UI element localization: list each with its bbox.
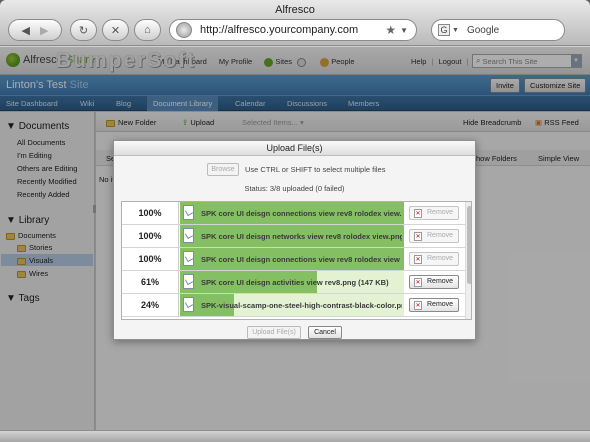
upload-file-row: 61% SPK core UI deisgn activities view re… — [122, 271, 465, 294]
file-icon — [183, 274, 194, 289]
upload-file-row: 100% SPK core UI deisgn connections view … — [122, 202, 465, 225]
upload-file-name: SPK core UI deisgn connections view rev8… — [201, 255, 402, 264]
file-icon — [183, 205, 194, 220]
back-forward-buttons[interactable]: ◀ ▶ — [8, 19, 62, 41]
upload-progress-bar: SPK core UI deisgn connections view rev8… — [180, 202, 404, 224]
reload-icon: ↻ — [78, 24, 89, 37]
upload-file-row: 100% SPK core UI deisgn networks view rev… — [122, 225, 465, 248]
remove-icon: ✕ — [414, 232, 422, 241]
upload-dialog: Upload File(s) Browse Use CTRL or SHIFT … — [113, 140, 476, 340]
remove-icon: ✕ — [414, 301, 422, 310]
upload-progress-bar: SPK-visual-scamp-one-steel-high-contrast… — [180, 294, 404, 316]
browser-search[interactable]: G ▼ Google — [431, 19, 565, 41]
multi-select-hint: Use CTRL or SHIFT to select multiple fil… — [245, 165, 386, 174]
remove-label: Remove — [427, 255, 454, 262]
upload-dialog-title: Upload File(s) — [114, 141, 475, 156]
remove-file-button[interactable]: ✕ Remove — [409, 275, 459, 289]
upload-percent: 100% — [122, 248, 179, 270]
upload-progress-bar: SPK core UI deisgn connections view rev8… — [180, 248, 404, 270]
upload-file-name: SPK-visual-scamp-one-steel-high-contrast… — [201, 301, 402, 310]
file-icon — [183, 251, 194, 266]
upload-file-name: SPK core UI deisgn activities view rev8.… — [201, 278, 389, 287]
chevron-down-icon[interactable]: ▼ — [400, 26, 408, 35]
forward-icon[interactable]: ▶ — [40, 24, 48, 37]
window-title: Alfresco — [275, 4, 315, 16]
back-icon[interactable]: ◀ — [22, 24, 30, 37]
file-icon — [183, 297, 194, 312]
address-bar[interactable]: http://alfresco.yourcompany.com ★ ▼ — [169, 19, 417, 41]
url-text[interactable]: http://alfresco.yourcompany.com — [200, 24, 385, 36]
upload-percent: 24% — [122, 294, 179, 316]
remove-file-button[interactable]: ✕ Remove — [409, 229, 459, 243]
browser-search-input[interactable]: Google — [467, 25, 499, 36]
upload-percent: 61% — [122, 271, 179, 293]
upload-progress-bar: SPK core UI deisgn networks view rev8 ro… — [180, 225, 404, 247]
browse-button[interactable]: Browse — [207, 163, 239, 176]
search-engine-icon[interactable]: G — [438, 24, 450, 36]
remove-label: Remove — [427, 209, 454, 216]
scrollbar-thumb[interactable] — [467, 206, 471, 284]
cancel-button[interactable]: Cancel — [308, 326, 342, 339]
upload-percent: 100% — [122, 225, 179, 247]
upload-file-row: 100% SPK core UI deisgn connections view … — [122, 248, 465, 271]
remove-label: Remove — [427, 232, 454, 239]
remove-icon: ✕ — [414, 209, 422, 218]
remove-file-button[interactable]: ✕ Remove — [409, 206, 459, 220]
upload-files-button[interactable]: Upload File(s) — [247, 326, 301, 339]
upload-status: Status: 3/8 uploaded (0 failed) — [244, 184, 345, 193]
upload-file-row: 24% SPK-visual-scamp-one-steel-high-contr… — [122, 294, 465, 317]
remove-label: Remove — [427, 301, 454, 308]
bookmark-star-icon[interactable]: ★ — [385, 23, 396, 37]
remove-file-button[interactable]: ✕ Remove — [409, 252, 459, 266]
remove-file-button[interactable]: ✕ Remove — [409, 298, 459, 312]
upload-progress-bar: SPK core UI deisgn activities view rev8.… — [180, 271, 404, 293]
upload-percent: 100% — [122, 202, 179, 224]
upload-file-name: SPK core UI deisgn networks view rev8 ro… — [201, 232, 402, 241]
window-bottom-bar — [0, 430, 590, 442]
upload-file-name: SPK core UI deisgn connections view rev8… — [201, 209, 402, 218]
remove-icon: ✕ — [414, 278, 422, 287]
home-icon: ⌂ — [144, 24, 151, 36]
remove-label: Remove — [427, 278, 454, 285]
chevron-down-icon[interactable]: ▼ — [452, 27, 459, 34]
remove-icon: ✕ — [414, 255, 422, 264]
stop-button[interactable]: ✕ — [102, 19, 129, 41]
site-favicon-icon — [176, 22, 192, 38]
reload-button[interactable]: ↻ — [70, 19, 97, 41]
browser-toolbar: Alfresco ◀ ▶ ↻ ✕ ⌂ http://alfresco.yourc… — [0, 0, 590, 46]
browser-window: Alfresco ◀ ▶ ↻ ✕ ⌂ http://alfresco.yourc… — [0, 0, 590, 442]
file-icon — [183, 228, 194, 243]
stop-icon: ✕ — [110, 24, 121, 37]
file-list-scrollbar[interactable] — [465, 202, 471, 319]
home-button[interactable]: ⌂ — [134, 19, 161, 41]
upload-file-list: 24% SPK-visual-scamp-one-steel-high-contr… — [121, 201, 472, 320]
